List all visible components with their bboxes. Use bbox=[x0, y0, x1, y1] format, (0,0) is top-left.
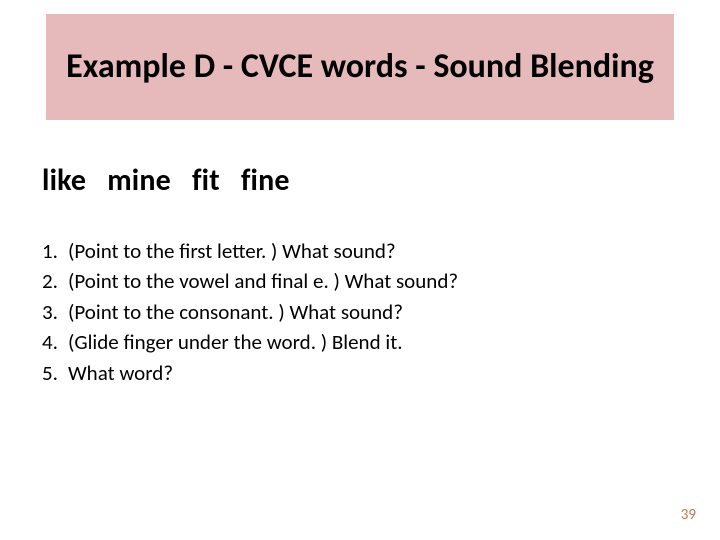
word-item: fine bbox=[241, 162, 290, 199]
step-text: (Point to the vowel and final e. ) What … bbox=[68, 266, 458, 296]
slide-title: Example D - CVCE words - Sound Blending bbox=[46, 47, 674, 88]
word-item: fit bbox=[192, 162, 220, 199]
word-list: like mine fit fine bbox=[42, 162, 290, 199]
step-number: 1. bbox=[42, 236, 68, 266]
step-item: 2. (Point to the vowel and final e. ) Wh… bbox=[42, 266, 458, 296]
step-number: 3. bbox=[42, 297, 68, 327]
steps-list: 1. (Point to the first letter. ) What so… bbox=[42, 236, 458, 388]
step-number: 5. bbox=[42, 358, 68, 388]
step-item: 3. (Point to the consonant. ) What sound… bbox=[42, 297, 458, 327]
step-item: 1. (Point to the first letter. ) What so… bbox=[42, 236, 458, 266]
word-item: like bbox=[42, 162, 86, 199]
step-text: What word? bbox=[68, 358, 173, 388]
step-item: 5. What word? bbox=[42, 358, 458, 388]
step-number: 2. bbox=[42, 266, 68, 296]
title-banner: Example D - CVCE words - Sound Blending bbox=[46, 14, 674, 120]
page-number: 39 bbox=[681, 506, 696, 524]
word-item: mine bbox=[107, 162, 171, 199]
step-text: (Point to the consonant. ) What sound? bbox=[68, 297, 403, 327]
step-number: 4. bbox=[42, 327, 68, 357]
step-item: 4. (Glide finger under the word. ) Blend… bbox=[42, 327, 458, 357]
step-text: (Glide finger under the word. ) Blend it… bbox=[68, 327, 403, 357]
step-text: (Point to the first letter. ) What sound… bbox=[68, 236, 396, 266]
